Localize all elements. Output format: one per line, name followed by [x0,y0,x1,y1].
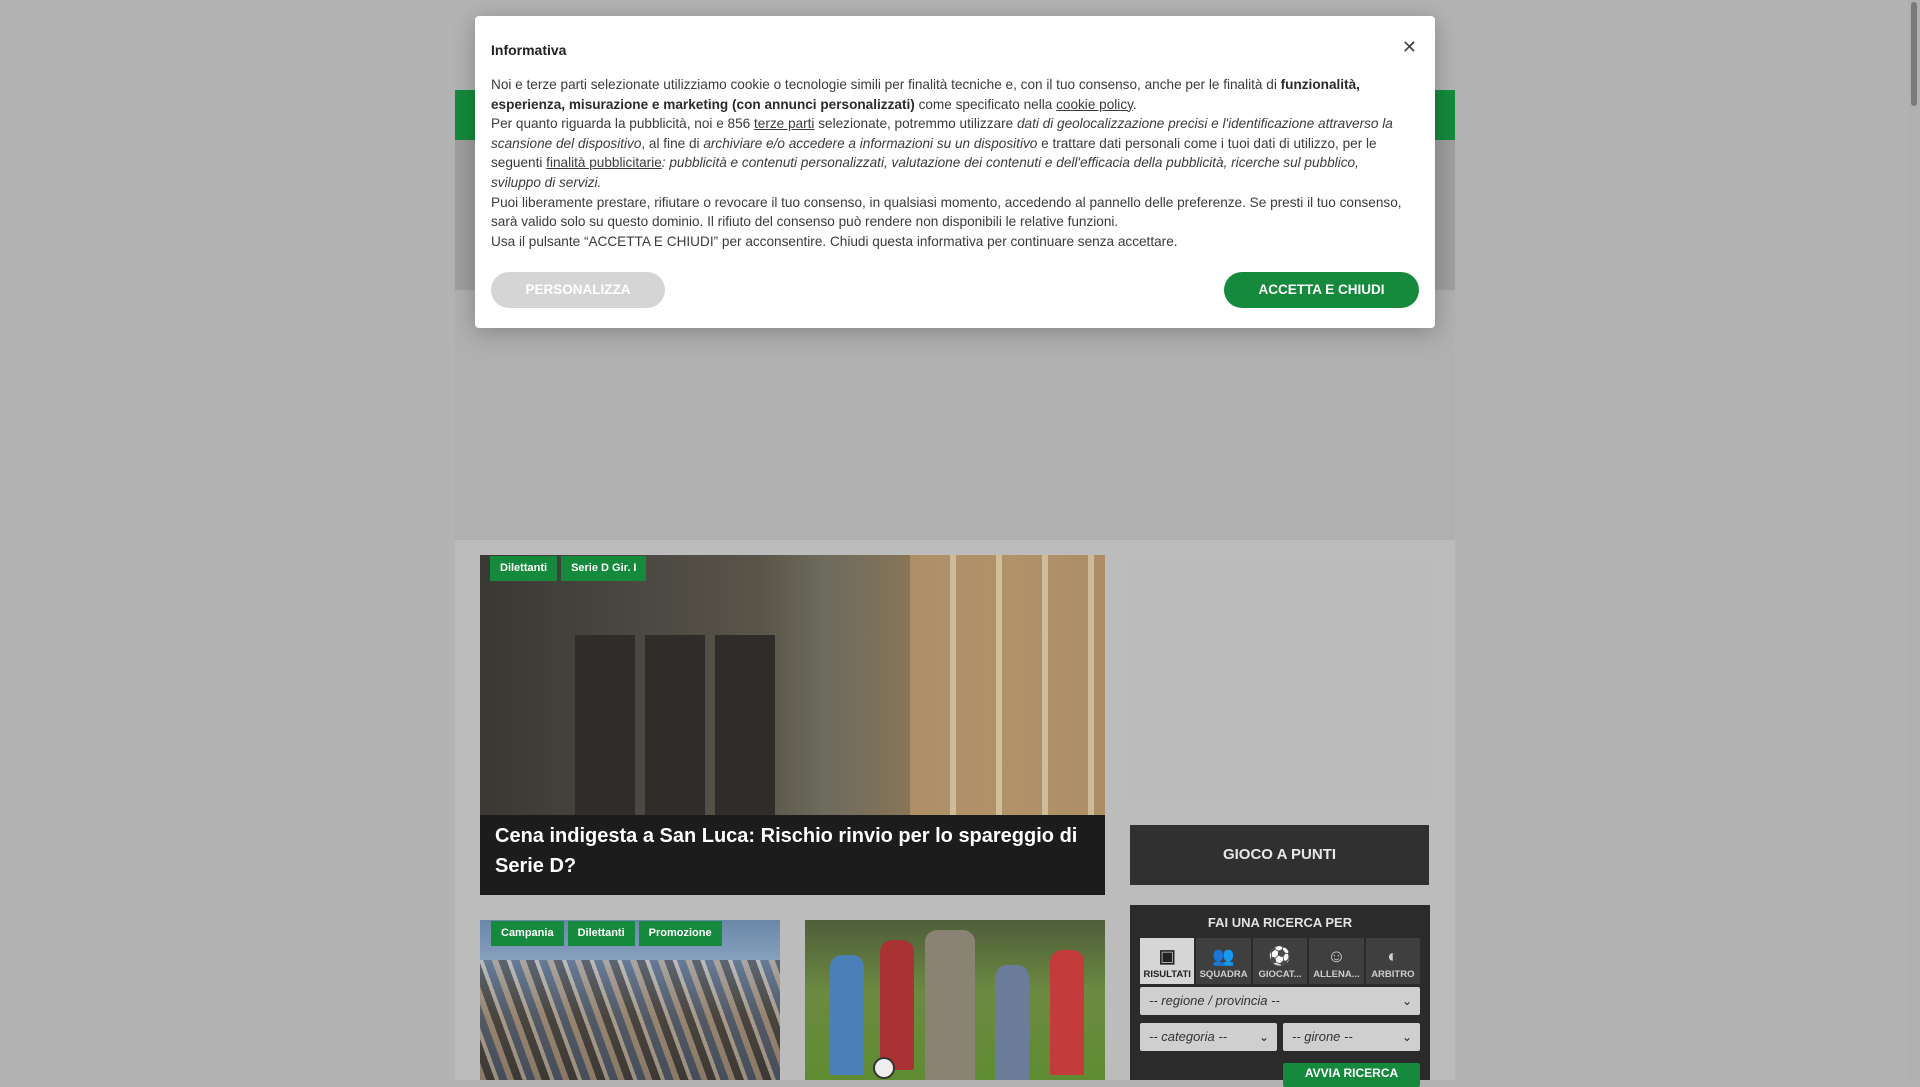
dialog-title: Informativa [491,42,567,58]
text: selezionate, potremmo utilizzare [814,116,1017,132]
personalizza-button[interactable]: PERSONALIZZA [491,272,665,308]
text: . [1132,96,1137,112]
consent-paragraph: Puoi liberamente prestare, rifiutare o r… [491,194,1402,230]
text: Noi e terze parti selezionate utilizziam… [491,77,1281,92]
italic-text: archiviare e/o accedere a informazioni s… [703,135,1038,151]
accetta-e-chiudi-button[interactable]: ACCETTA E CHIUDI [1224,272,1419,308]
consent-paragraph: Usa il pulsante “ACCETTA E CHIUDI” per a… [491,233,1178,249]
cookie-consent-dialog: Informativa ✕ Noi e terze parti selezion… [475,16,1435,328]
dialog-body: Noi e terze parti selezionate utilizziam… [491,75,1406,251]
consent-paragraph: Noi e terze parti selezionate utilizziam… [491,75,1406,114]
terze-parti-link[interactable]: terze parti [754,116,814,131]
consent-paragraph: Per quanto riguarda la pubblicità, noi e… [491,114,1406,192]
cookie-policy-link[interactable]: cookie policy [1056,97,1133,112]
text: come specificato nella [914,96,1057,112]
finalita-pubblicitarie-link[interactable]: finalità pubblicitarie [546,155,662,170]
text: , al fine di [641,135,704,151]
close-icon[interactable]: ✕ [1402,38,1417,56]
text: Per quanto riguarda la pubblicità, noi e… [491,116,754,132]
